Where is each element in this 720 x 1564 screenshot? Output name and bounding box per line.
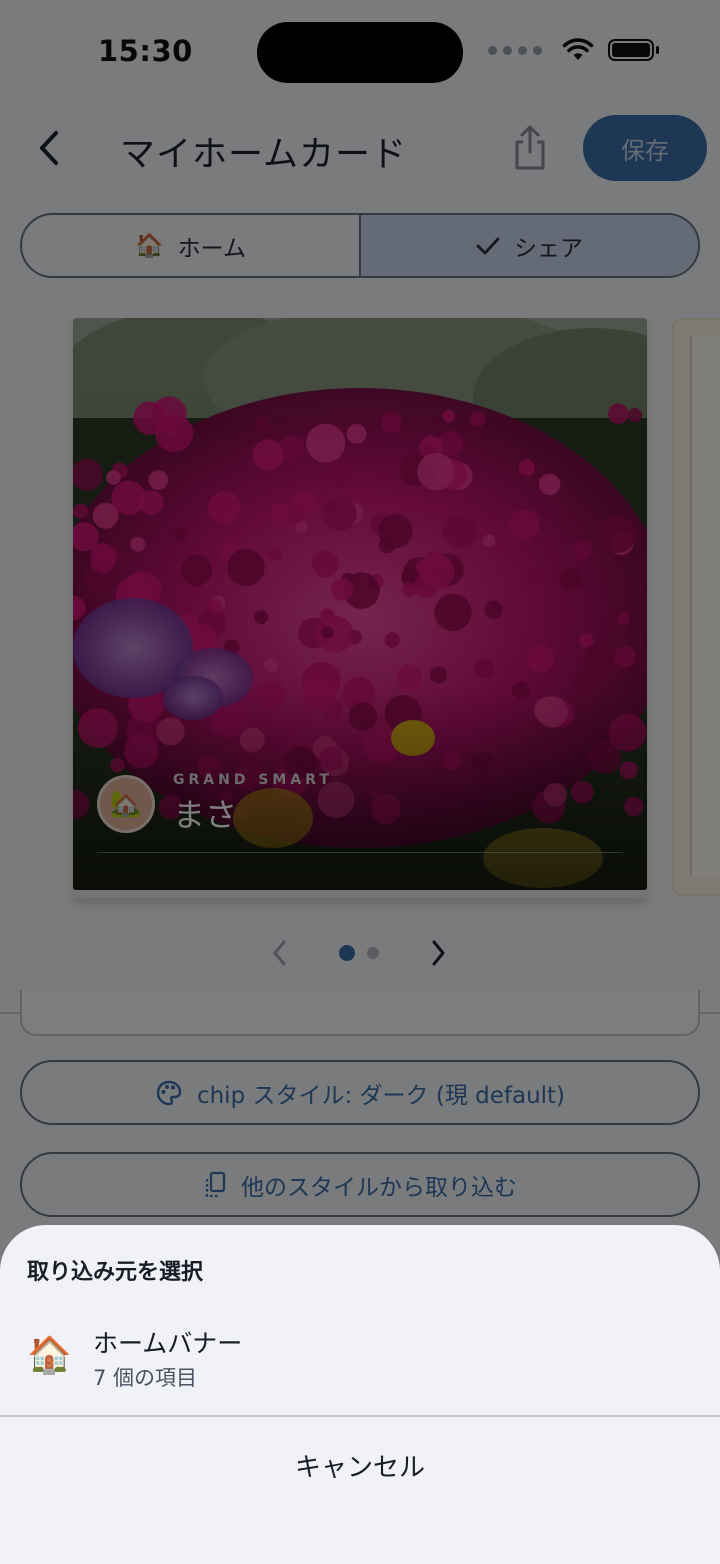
cancel-button[interactable]: キャンセル — [0, 1425, 720, 1505]
sheet-divider — [0, 1415, 720, 1417]
sheet-title: 取り込み元を選択 — [27, 1260, 204, 1285]
house-icon: 🏠 — [27, 1335, 72, 1376]
sheet-option-subtitle: 7 個の項目 — [93, 1366, 198, 1390]
sheet-option-title: ホームバナー — [93, 1329, 243, 1358]
screen: 15:30 マイホームカード 保存 🏠 ホーム — [0, 0, 720, 1564]
